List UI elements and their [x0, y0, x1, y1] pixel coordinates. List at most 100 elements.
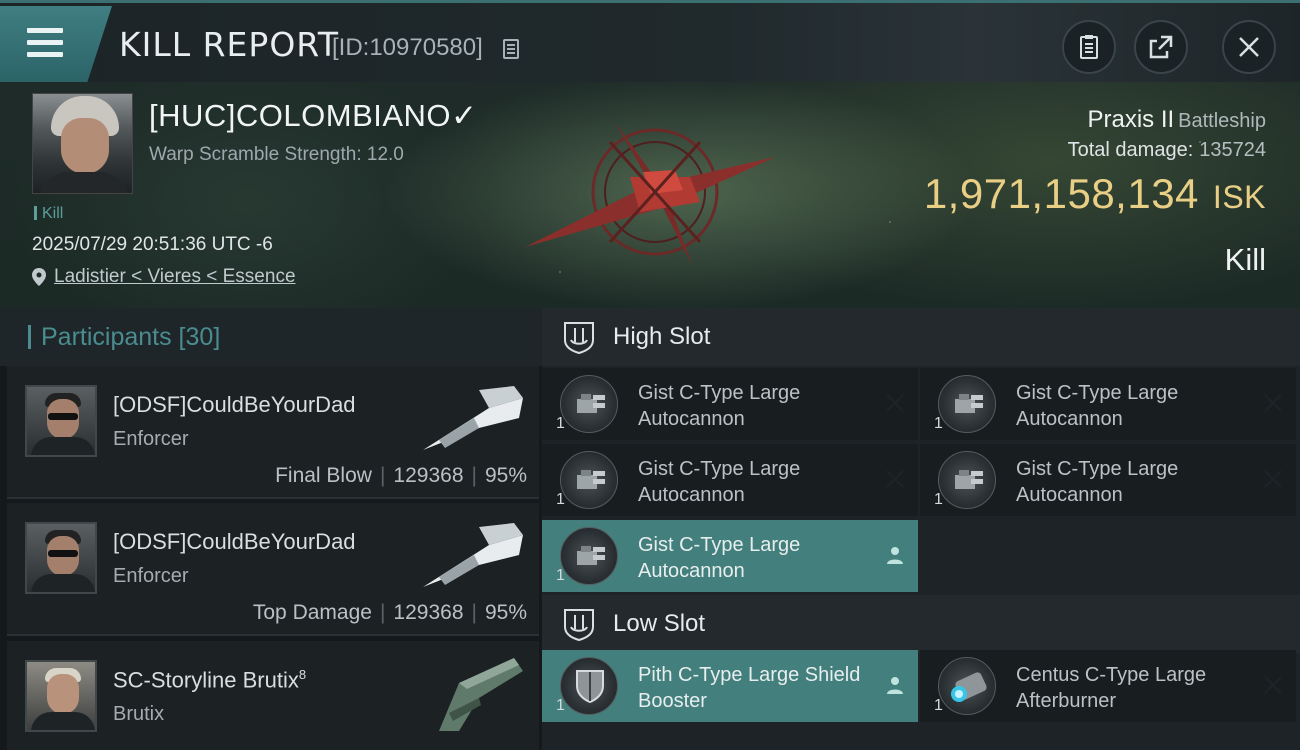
result-label: Kill — [1224, 242, 1266, 277]
isk-unit: ISK — [1212, 179, 1266, 215]
module-item[interactable]: 1 Gist C-Type Large Autocannon — [920, 444, 1296, 516]
participant-row[interactable]: [ODSF]CouldBeYourDad Enforcer Top Damage… — [7, 503, 539, 636]
total-damage-value: 135724 — [1199, 139, 1266, 161]
afterburner-icon — [938, 657, 996, 715]
share-button[interactable] — [1134, 20, 1188, 74]
module-name: Gist C-Type Large Autocannon — [638, 534, 801, 582]
participant-row[interactable]: SC-Storyline Brutix8 Brutix — [7, 641, 539, 750]
avatar — [25, 385, 97, 457]
module-name: Gist C-Type Large Autocannon — [638, 382, 801, 430]
high-slot-header: High Slot — [542, 308, 1300, 366]
destroyed-icon — [1264, 394, 1282, 412]
victim-ship-image — [525, 122, 775, 267]
participant-stats: Final Blow | 129368 | 95% — [275, 464, 527, 487]
share-icon — [1149, 35, 1173, 59]
module-name: Pith C-Type Large Shield Booster — [638, 664, 861, 712]
close-icon — [1239, 37, 1259, 57]
module-quantity: 1 — [934, 491, 943, 508]
kill-summary: [HUC]COLOMBIANO✓ Warp Scramble Strength:… — [0, 82, 1300, 308]
participant-name: [ODSF]CouldBeYourDad — [113, 529, 356, 554]
autocannon-icon — [938, 451, 996, 509]
module-quantity: 1 — [934, 697, 943, 714]
autocannon-icon — [560, 375, 618, 433]
module-name: Gist C-Type Large Autocannon — [1016, 458, 1179, 506]
participant-ship-image — [439, 658, 523, 731]
warp-scramble-strength: Warp Scramble Strength: 12.0 — [149, 144, 404, 165]
dropped-icon — [887, 547, 903, 564]
destroyed-icon — [1264, 676, 1282, 694]
participant-percent: 95% — [484, 601, 527, 624]
victim-avatar[interactable] — [32, 93, 133, 194]
hamburger-icon — [27, 28, 63, 58]
participant-percent: 95% — [484, 464, 527, 487]
low-slot-header: Low Slot — [542, 595, 1300, 653]
destroyed-icon — [1264, 470, 1282, 488]
low-slot-icon — [564, 609, 594, 641]
page-title: KILL REPORT — [119, 25, 339, 64]
avatar — [25, 522, 97, 594]
participant-stats: Top Damage | 129368 | 95% — [252, 601, 527, 624]
destroyed-icon — [886, 470, 904, 488]
participant-role: Final Blow — [275, 464, 372, 487]
report-id: [ID:10970580] — [332, 34, 483, 61]
participant-name: SC-Storyline Brutix8 — [113, 667, 306, 693]
clipboard-icon — [1080, 35, 1098, 59]
module-quantity: 1 — [556, 491, 565, 508]
isk-amount: 1,971,158,134 — [923, 170, 1199, 217]
top-bar: KILL REPORT [ID:10970580] — [0, 0, 1300, 82]
fitting-panel: High Slot 1 Gist C-Type Large Autocannon… — [542, 308, 1300, 750]
participant-ship: Enforcer — [113, 565, 189, 587]
total-damage-label: Total damage: — [1067, 139, 1194, 161]
participants-panel: Participants [30] [ODSF]CouldBeYourDad E… — [0, 308, 542, 750]
participants-title: Participants [30] — [41, 322, 221, 351]
participant-row[interactable]: [ODSF]CouldBeYourDad Enforcer Final Blow… — [7, 366, 539, 499]
module-quantity: 1 — [934, 415, 943, 432]
autocannon-icon — [560, 451, 618, 509]
participant-ship-image — [423, 523, 523, 587]
victim-name[interactable]: [HUC]COLOMBIANO✓ — [149, 98, 478, 134]
ship-class: Battleship — [1178, 110, 1266, 132]
module-item[interactable]: 1 Centus C-Type Large Afterburner — [920, 650, 1296, 722]
participant-ship-image — [423, 386, 523, 450]
location-link[interactable]: Ladistier < Vieres < Essence — [32, 266, 296, 288]
kill-timestamp: 2025/07/29 20:51:36 UTC -6 — [32, 234, 273, 255]
copy-icon[interactable] — [503, 39, 519, 59]
high-slot-icon — [564, 322, 594, 354]
module-name: Centus C-Type Large Afterburner — [1016, 664, 1207, 712]
participants-header[interactable]: Participants [30] — [0, 308, 542, 366]
kill-tag: Kill — [34, 205, 63, 223]
module-quantity: 1 — [556, 415, 565, 432]
avatar — [25, 660, 97, 732]
shield-booster-icon — [560, 657, 618, 715]
participant-name-sup: 8 — [298, 667, 307, 682]
module-item[interactable]: 1 Gist C-Type Large Autocannon — [542, 444, 918, 516]
dropped-icon — [887, 677, 903, 694]
module-name: Gist C-Type Large Autocannon — [1016, 382, 1179, 430]
close-button[interactable] — [1222, 20, 1276, 74]
module-item[interactable]: 1 Pith C-Type Large Shield Booster — [542, 650, 918, 722]
ship-type: Praxis II — [1087, 106, 1175, 133]
clipboard-button[interactable] — [1062, 20, 1116, 74]
participant-ship: Enforcer — [113, 428, 189, 450]
participant-damage: 129368 — [393, 601, 464, 624]
menu-button[interactable] — [0, 6, 112, 82]
victim-ship-name[interactable]: Praxis II Battleship — [1087, 106, 1266, 134]
autocannon-icon — [938, 375, 996, 433]
autocannon-icon — [560, 527, 618, 585]
participant-name-text: SC-Storyline Brutix — [113, 667, 299, 693]
module-item[interactable]: 1 Gist C-Type Large Autocannon — [542, 520, 918, 592]
participant-name: [ODSF]CouldBeYourDad — [113, 392, 356, 417]
participant-damage: 129368 — [393, 464, 464, 487]
module-quantity: 1 — [556, 697, 565, 714]
total-damage: Total damage: 135724 — [1068, 139, 1266, 162]
module-item[interactable]: 1 Gist C-Type Large Autocannon — [920, 368, 1296, 440]
location-text: Ladistier < Vieres < Essence — [54, 266, 296, 287]
module-name: Gist C-Type Large Autocannon — [638, 458, 801, 506]
module-item[interactable]: 1 Gist C-Type Large Autocannon — [542, 368, 918, 440]
location-pin-icon — [32, 268, 46, 286]
module-quantity: 1 — [556, 567, 565, 584]
high-slot-label: High Slot — [613, 323, 711, 350]
participant-ship: Brutix — [113, 703, 165, 725]
destroyed-icon — [886, 394, 904, 412]
participant-role: Top Damage — [252, 601, 372, 624]
